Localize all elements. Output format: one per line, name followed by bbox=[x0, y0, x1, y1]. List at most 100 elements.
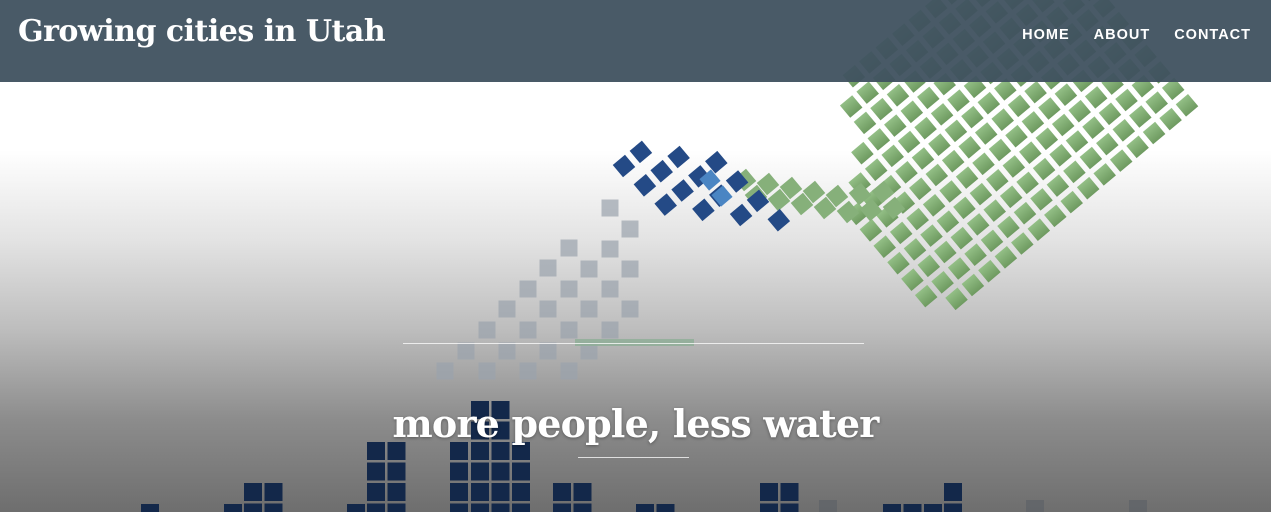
green-tile bbox=[1060, 190, 1083, 214]
city-block bbox=[780, 503, 799, 512]
divider-bottom bbox=[578, 457, 689, 458]
site-title[interactable]: Growing cities in Utah bbox=[18, 14, 386, 49]
city-block bbox=[656, 504, 675, 512]
city-block bbox=[491, 503, 510, 512]
city-block bbox=[883, 504, 901, 512]
green-tile bbox=[1109, 149, 1133, 172]
city-block bbox=[450, 483, 468, 501]
grey-tile bbox=[498, 342, 516, 360]
grey-tile bbox=[478, 362, 496, 380]
green-tile bbox=[958, 136, 981, 159]
green-tile bbox=[1126, 135, 1149, 159]
green-tile bbox=[1079, 146, 1103, 170]
city-block bbox=[471, 462, 489, 481]
green-tile bbox=[961, 105, 984, 129]
green-tile bbox=[977, 91, 1001, 115]
green-tile bbox=[853, 111, 877, 135]
green-tile bbox=[1038, 97, 1061, 120]
city-block bbox=[760, 483, 778, 501]
blue-tile bbox=[767, 208, 791, 232]
city-block bbox=[512, 483, 530, 501]
green-tile bbox=[1063, 160, 1086, 184]
nav-home[interactable]: HOME bbox=[1022, 27, 1070, 43]
green-tile bbox=[1019, 141, 1042, 164]
blue-tile bbox=[729, 203, 753, 227]
city-block bbox=[450, 503, 468, 512]
green-tile bbox=[887, 251, 910, 275]
green-tile bbox=[859, 219, 883, 242]
green-tile bbox=[1051, 113, 1075, 137]
city-block bbox=[553, 483, 571, 501]
green-tile bbox=[1082, 116, 1105, 139]
city-block bbox=[903, 504, 922, 512]
divider-top bbox=[403, 343, 864, 344]
city-block bbox=[491, 483, 510, 501]
grey-tile bbox=[621, 220, 639, 238]
city-block bbox=[573, 503, 592, 512]
city-block bbox=[471, 483, 489, 501]
green-tile bbox=[986, 169, 1009, 192]
city-block bbox=[244, 503, 262, 512]
navbar: Growing cities in Utah HOME ABOUT CONTAC… bbox=[0, 0, 1271, 82]
green-tile bbox=[873, 235, 896, 258]
grey-tile bbox=[621, 260, 639, 278]
city-block bbox=[367, 503, 385, 512]
green-tile bbox=[991, 108, 1014, 131]
blue-tile bbox=[612, 154, 636, 178]
green-tile bbox=[851, 141, 874, 165]
green-tile bbox=[903, 238, 927, 261]
green-tile bbox=[955, 166, 979, 189]
nav-contact[interactable]: CONTACT bbox=[1174, 27, 1251, 43]
green-tile bbox=[1129, 105, 1152, 128]
blue-tile bbox=[654, 193, 677, 216]
green-tile bbox=[944, 119, 968, 143]
nav-about[interactable]: ABOUT bbox=[1094, 27, 1151, 43]
green-tile bbox=[1175, 94, 1199, 117]
grey-tile bbox=[519, 321, 537, 339]
blue-tile bbox=[633, 174, 657, 197]
green-tile bbox=[1098, 102, 1122, 126]
city-block bbox=[224, 504, 242, 512]
city-block bbox=[387, 462, 406, 481]
green-tile bbox=[895, 161, 918, 184]
green-tile bbox=[969, 182, 993, 206]
green-tile bbox=[856, 81, 879, 104]
green-tile bbox=[867, 128, 891, 151]
green-tile bbox=[950, 226, 974, 250]
green-tile bbox=[936, 210, 960, 233]
green-tile bbox=[900, 100, 924, 124]
green-tile bbox=[1027, 218, 1051, 241]
blue-tile bbox=[667, 145, 690, 169]
city-block bbox=[944, 483, 962, 501]
green-tile bbox=[988, 138, 1012, 162]
green-tile bbox=[953, 196, 976, 220]
city-block bbox=[780, 483, 799, 501]
grey-tile bbox=[560, 321, 578, 339]
grey-tile bbox=[601, 240, 619, 258]
grey-tile bbox=[601, 199, 619, 217]
city-block bbox=[367, 462, 385, 481]
green-tile bbox=[909, 177, 932, 201]
grey-tile bbox=[560, 239, 578, 257]
green-tile bbox=[1112, 119, 1136, 142]
green-tile bbox=[870, 97, 893, 121]
green-tile bbox=[1115, 88, 1138, 112]
green-tile bbox=[1013, 201, 1037, 225]
grey-tile bbox=[539, 342, 557, 360]
green-tile bbox=[920, 224, 943, 247]
green-tile bbox=[889, 221, 913, 245]
green-tile bbox=[1068, 99, 1091, 123]
green-tile bbox=[966, 213, 990, 236]
blue-tile bbox=[711, 185, 733, 207]
green-tile bbox=[1030, 188, 1053, 211]
green-tile bbox=[1024, 80, 1047, 104]
green-tile bbox=[906, 207, 929, 231]
green-tile bbox=[1076, 176, 1100, 200]
green-tile bbox=[1016, 171, 1039, 195]
grey-tile bbox=[601, 321, 619, 339]
grey-tile bbox=[539, 259, 557, 277]
green-tile bbox=[917, 86, 940, 110]
green-tile bbox=[999, 185, 1023, 209]
green-tile bbox=[1007, 94, 1031, 118]
blue-tile bbox=[650, 159, 673, 183]
